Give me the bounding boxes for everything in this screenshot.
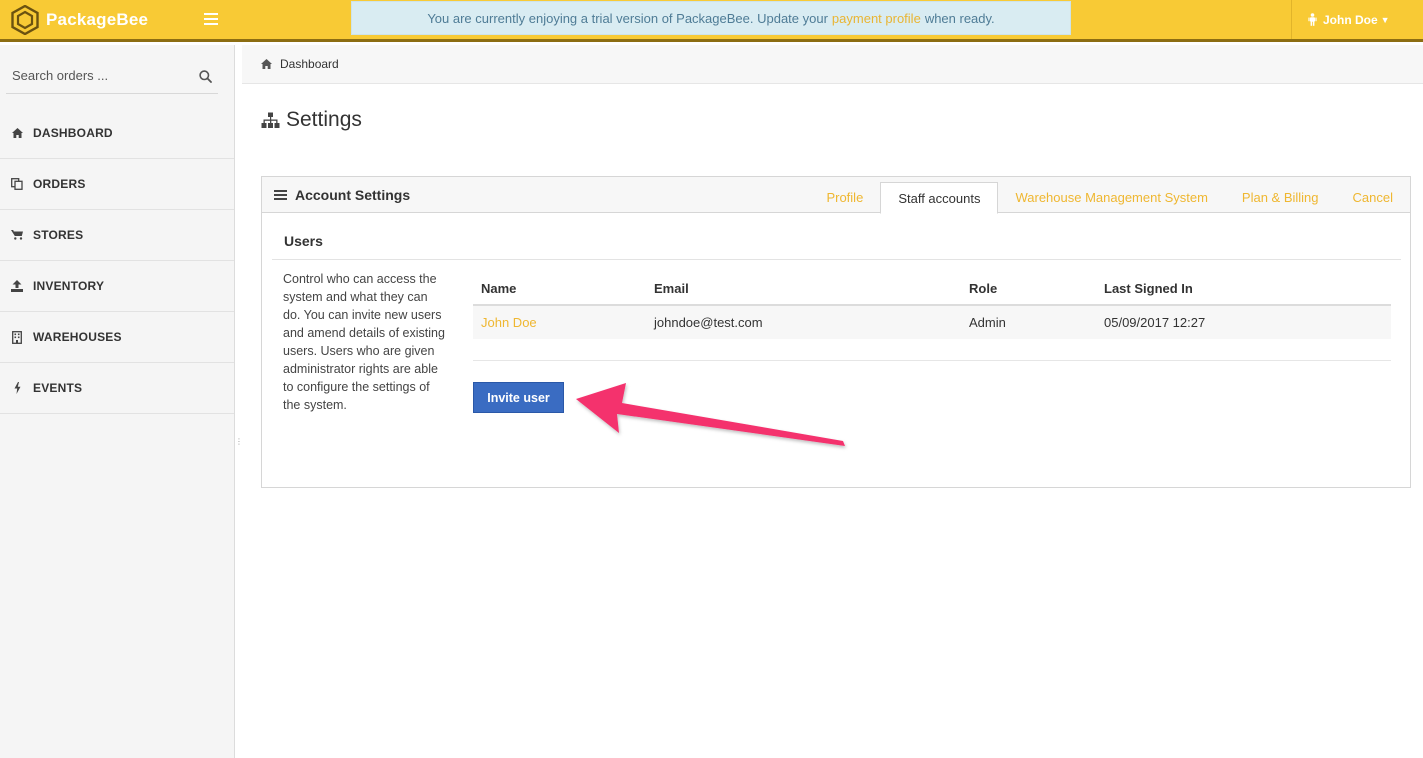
- column-header-name: Name: [473, 273, 646, 306]
- divider: [473, 360, 1391, 361]
- app-name: PackageBee: [46, 10, 149, 29]
- sitemap-icon: [261, 112, 280, 128]
- column-header-role: Role: [961, 273, 1096, 306]
- table-row: John Doe johndoe@test.com Admin 05/09/20…: [473, 305, 1391, 339]
- page-title-text: Settings: [286, 108, 362, 131]
- tab-warehouse-management-system[interactable]: Warehouse Management System: [998, 182, 1224, 213]
- list-icon: [274, 188, 287, 202]
- users-section-title: Users: [284, 233, 323, 249]
- sidebar-item-label: DASHBOARD: [33, 126, 113, 140]
- sidebar-item-inventory[interactable]: INVENTORY: [0, 261, 234, 312]
- payment-profile-link[interactable]: payment profile: [832, 11, 921, 26]
- cart-icon: [11, 229, 23, 241]
- sidebar-item-dashboard[interactable]: DASHBOARD: [0, 108, 234, 159]
- user-name-link[interactable]: John Doe: [473, 305, 646, 339]
- users-table: Name Email Role Last Signed In John Doe …: [473, 273, 1391, 339]
- sidebar-item-warehouses[interactable]: WAREHOUSES: [0, 312, 234, 363]
- app-logo[interactable]: PackageBee: [10, 5, 148, 35]
- sidebar-item-label: ORDERS: [33, 177, 86, 191]
- user-name: John Doe: [1323, 12, 1378, 27]
- sidebar-item-label: STORES: [33, 228, 84, 242]
- panel-header: Account Settings Profile Staff accounts …: [262, 177, 1410, 214]
- users-description: Control who can access the system and wh…: [283, 272, 445, 412]
- column-header-last-signed-in: Last Signed In: [1096, 273, 1391, 306]
- home-icon: [11, 127, 23, 139]
- upload-icon: [11, 280, 23, 292]
- sidebar: DASHBOARD ORDERS STORES INVENTORY WAREHO…: [0, 45, 235, 758]
- sidebar-item-label: WAREHOUSES: [33, 330, 122, 344]
- sidebar-item-label: EVENTS: [33, 381, 83, 395]
- user-role: Admin: [961, 305, 1096, 339]
- sidebar-item-label: INVENTORY: [33, 279, 105, 293]
- tab-profile[interactable]: Profile: [809, 182, 880, 213]
- menu-toggle-icon[interactable]: [204, 10, 218, 26]
- tab-cancel[interactable]: Cancel: [1336, 182, 1410, 213]
- breadcrumb-dashboard-link[interactable]: Dashboard: [280, 57, 339, 71]
- invite-user-button[interactable]: Invite user: [473, 382, 564, 413]
- breadcrumb: Dashboard: [242, 45, 1423, 84]
- top-bar: PackageBee You are currently enjoying a …: [0, 0, 1423, 42]
- user-menu[interactable]: John Doe ▼: [1291, 0, 1423, 39]
- trial-banner: You are currently enjoying a trial versi…: [351, 1, 1071, 35]
- chevron-down-icon: ▼: [1380, 14, 1390, 25]
- search-box: [6, 57, 218, 94]
- user-last-signed-in: 05/09/2017 12:27: [1096, 305, 1391, 339]
- sidebar-item-events[interactable]: EVENTS: [0, 363, 234, 414]
- sidebar-nav: DASHBOARD ORDERS STORES INVENTORY WAREHO…: [0, 108, 234, 414]
- search-icon[interactable]: [199, 70, 212, 83]
- tab-staff-accounts[interactable]: Staff accounts: [880, 182, 999, 214]
- trial-banner-text-end: when ready.: [924, 10, 995, 26]
- panel-title-text: Account Settings: [295, 187, 411, 203]
- column-header-email: Email: [646, 273, 961, 306]
- hexagon-logo-icon: [11, 5, 39, 35]
- home-icon: [261, 59, 272, 69]
- page-title: Settings: [261, 108, 362, 132]
- settings-tabs: Profile Staff accounts Warehouse Managem…: [809, 182, 1410, 214]
- bolt-icon: [11, 382, 23, 394]
- annotation-arrow-icon: [576, 383, 845, 446]
- panel-title: Account Settings: [274, 187, 410, 203]
- copy-icon: [11, 178, 23, 190]
- table-header-row: Name Email Role Last Signed In: [473, 273, 1391, 306]
- sidebar-resize-handle[interactable]: ⋮: [235, 438, 243, 454]
- user-email: johndoe@test.com: [646, 305, 961, 339]
- sidebar-item-stores[interactable]: STORES: [0, 210, 234, 261]
- divider: [272, 259, 1401, 260]
- tab-plan-billing[interactable]: Plan & Billing: [1225, 182, 1336, 213]
- building-icon: [11, 330, 23, 344]
- trial-banner-text: You are currently enjoying a trial versi…: [427, 10, 828, 26]
- user-icon: [1308, 13, 1317, 26]
- search-input[interactable]: [6, 57, 191, 93]
- sidebar-item-orders[interactable]: ORDERS: [0, 159, 234, 210]
